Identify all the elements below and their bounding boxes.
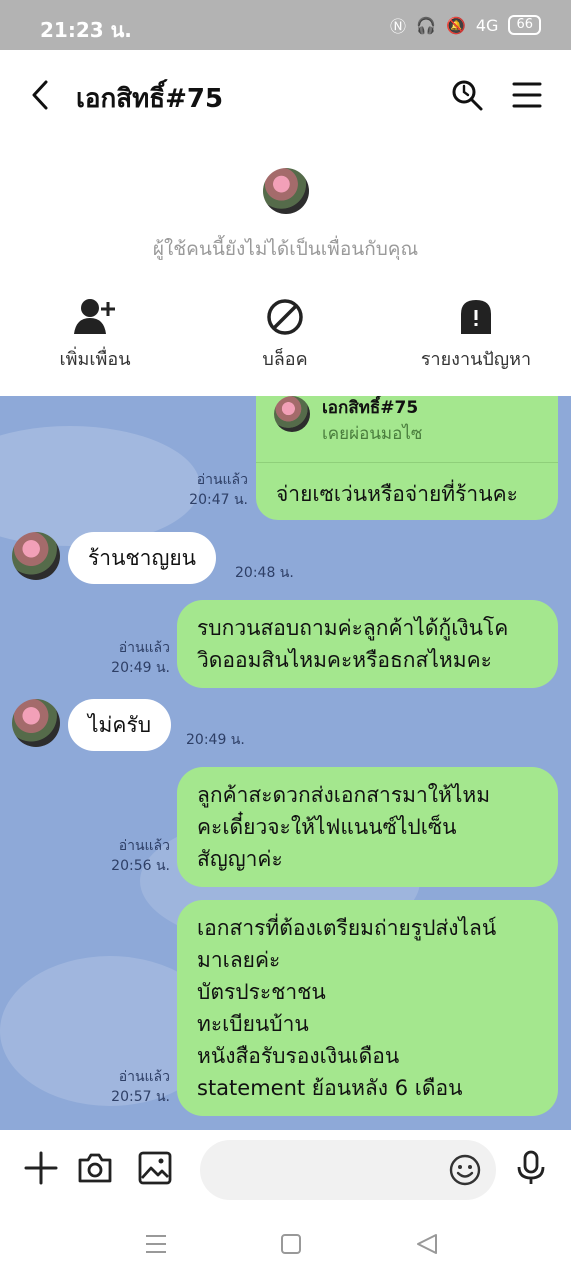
quoted-text: เคยผ่อนมอไซ [322, 424, 423, 444]
message-input[interactable] [200, 1140, 496, 1200]
message-time: 20:47 น. [189, 492, 248, 508]
message-meta: อ่านแล้ว 20:47 น. [170, 470, 248, 510]
block-icon [267, 299, 303, 335]
add-friend-icon [74, 299, 115, 334]
nfc-icon: Ⓝ [390, 17, 407, 36]
signal-icon: 4G [475, 15, 499, 35]
status-icons: Ⓝ 🎧 🔕 4G 66 [390, 13, 541, 37]
camera-icon[interactable] [77, 1150, 113, 1186]
message-time: 20:49 น. [186, 732, 245, 748]
outgoing-message[interactable]: เอกสารที่ต้องเตรียมถ่ายรูปส่งไลน์ มาเลยค… [177, 900, 558, 1116]
read-receipt: อ่านแล้ว [118, 640, 170, 656]
quoted-avatar [274, 396, 310, 432]
outgoing-message[interactable]: ลูกค้าสะดวกส่งเอกสารมาให้ไหม คะเดี๋ยวจะใ… [177, 767, 558, 887]
read-receipt: อ่านแล้ว [196, 472, 248, 488]
sender-avatar[interactable] [12, 532, 60, 580]
block-button[interactable]: บล็อค [190, 298, 380, 373]
read-receipt: อ่านแล้ว [118, 838, 170, 854]
message-line: ทะเบียนบ้าน [197, 1012, 309, 1036]
message-time: 20:48 น. [235, 565, 294, 581]
message-meta: อ่านแล้ว 20:56 น. [92, 836, 170, 876]
reply-bubble[interactable]: เอกสิทธิ์#75 เคยผ่อนมอไซ จ่ายเซเว่นหรือจ… [256, 396, 558, 520]
back-arrow-icon[interactable] [26, 78, 56, 112]
message-time: 20:56 น. [111, 858, 170, 874]
reply-text: จ่ายเซเว่นหรือจ่ายที่ร้านคะ [276, 482, 518, 506]
message-time: 20:57 น. [111, 1089, 170, 1105]
add-friend-button[interactable]: เพิ่มเพื่อน [0, 298, 190, 373]
message-line: statement ย้อนหลัง 6 เดือน [197, 1076, 463, 1100]
system-nav-bar [0, 1208, 571, 1280]
image-icon[interactable] [137, 1150, 173, 1186]
sender-avatar[interactable] [12, 699, 60, 747]
message-line: สัญญาค่ะ [197, 847, 283, 871]
status-time: 21:23 น. [40, 18, 132, 42]
quoted-name: เอกสิทธิ์#75 [322, 398, 419, 418]
microphone-icon[interactable] [514, 1150, 548, 1186]
incoming-message[interactable]: ไม่ครับ [68, 699, 172, 751]
outgoing-message[interactable]: รบกวนสอบถามค่ะลูกค้าได้กู้เงินโค วิดออมส… [177, 600, 558, 688]
message-meta: อ่านแล้ว 20:49 น. [92, 638, 170, 678]
status-bar: 21:23 น. Ⓝ 🎧 🔕 4G 66 [0, 0, 571, 50]
plus-icon[interactable] [23, 1150, 59, 1186]
block-label: บล็อค [262, 349, 308, 370]
report-button[interactable]: รายงานปัญหา [381, 298, 571, 373]
add-friend-label: เพิ่มเพื่อน [59, 349, 131, 370]
not-friend-notice: ผู้ใช้คนนี้ยังไม่ได้เป็นเพื่อนกับคุณ [152, 238, 419, 260]
incoming-message[interactable]: ร้านชาญยน [68, 532, 217, 584]
message-line: หนังสือรับรองเงินเดือน [197, 1044, 400, 1068]
report-icon [461, 300, 491, 334]
read-receipt: อ่านแล้ว [118, 1069, 170, 1085]
message-time: 20:49 น. [111, 660, 170, 676]
headphones-icon: 🎧 [416, 15, 436, 35]
message-line: รบกวนสอบถามค่ะลูกค้าได้กู้เงินโค [197, 616, 509, 640]
message-line: ลูกค้าสะดวกส่งเอกสารมาให้ไหม [197, 783, 491, 807]
message-line: บัตรประชาชน [197, 980, 326, 1004]
menu-icon[interactable] [512, 80, 542, 110]
search-icon[interactable] [450, 78, 484, 112]
message-line: คะเดี๋ยวจะให้ไฟแนนซ์ไปเซ็น [197, 815, 457, 839]
chat-header: เอกสิทธิ์#75 [0, 50, 571, 140]
battery-icon: 66 [508, 15, 541, 35]
message-meta: อ่านแล้ว 20:57 น. [92, 1067, 170, 1107]
report-label: รายงานปัญหา [420, 349, 532, 370]
quote-divider [256, 462, 558, 463]
recent-apps-icon[interactable] [143, 1232, 169, 1256]
chat-title: เอกสิทธิ์#75 [76, 84, 224, 114]
emoji-icon[interactable] [448, 1153, 482, 1187]
message-line: วิดออมสินไหมคะหรือธกสไหมคะ [197, 648, 492, 672]
message-line: มาเลยค่ะ [197, 948, 281, 972]
back-icon[interactable] [414, 1232, 440, 1256]
chat-area[interactable]: เอกสิทธิ์#75 เคยผ่อนมอไซ จ่ายเซเว่นหรือจ… [0, 396, 571, 1130]
home-icon[interactable] [278, 1232, 304, 1256]
mute-icon: 🔕 [445, 15, 466, 35]
message-line: เอกสารที่ต้องเตรียมถ่ายรูปส่งไลน์ [197, 916, 497, 940]
message-input-bar [0, 1130, 571, 1208]
profile-avatar[interactable] [263, 168, 309, 214]
profile-panel: ผู้ใช้คนนี้ยังไม่ได้เป็นเพื่อนกับคุณ เพิ… [0, 140, 571, 396]
